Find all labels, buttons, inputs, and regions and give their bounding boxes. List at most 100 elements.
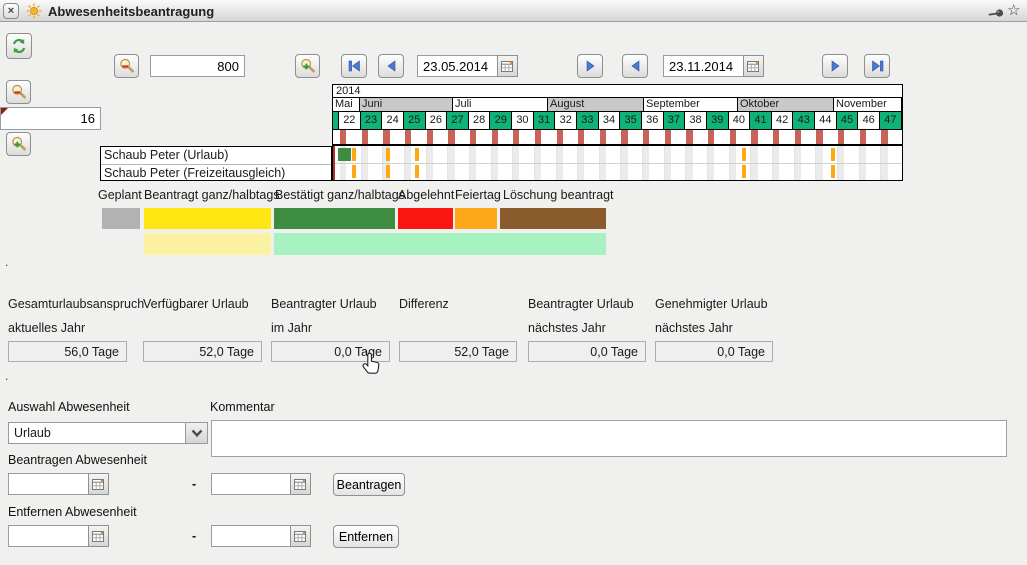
week-cell: 33 bbox=[577, 112, 599, 129]
weekend-stripe bbox=[492, 130, 498, 144]
legend-label: Bestätigt ganz/halbtags bbox=[275, 188, 405, 202]
request-to-date-field[interactable] bbox=[211, 473, 291, 495]
weekend-stripe bbox=[708, 130, 714, 144]
zoom-out-button[interactable] bbox=[114, 54, 139, 78]
weekend-stripe bbox=[513, 130, 519, 144]
start-date-field[interactable] bbox=[417, 55, 498, 77]
weekend-stripe bbox=[600, 130, 606, 144]
holiday-mark bbox=[352, 148, 356, 161]
window-title: Abwesenheitsbeantragung bbox=[48, 4, 214, 19]
close-button[interactable]: × bbox=[3, 3, 19, 19]
goto-start-button[interactable] bbox=[341, 54, 367, 78]
prev-end-button[interactable] bbox=[622, 54, 648, 78]
remove-to-date-field[interactable] bbox=[211, 525, 291, 547]
month-row: MaiJuniJuliAugustSeptemberOktoberNovembe… bbox=[333, 98, 902, 112]
row-zoom-out-button[interactable] bbox=[6, 80, 31, 104]
holiday-mark bbox=[831, 148, 835, 161]
end-date-picker-button[interactable] bbox=[743, 55, 764, 77]
chevron-right-icon bbox=[583, 59, 598, 73]
remove-from-date-field[interactable] bbox=[8, 525, 89, 547]
week-cell: 31 bbox=[534, 112, 556, 129]
legend-label: Löschung beantragt bbox=[503, 188, 614, 202]
week-cell: 44 bbox=[815, 112, 837, 129]
summary-value-field: 52,0 Tage bbox=[143, 341, 262, 362]
legend-swatch bbox=[398, 208, 453, 229]
request-to-date-picker-button[interactable] bbox=[290, 473, 311, 495]
zoom-in-button[interactable] bbox=[295, 54, 320, 78]
month-cell: Oktober bbox=[738, 98, 834, 111]
modified-corner-marker bbox=[1, 108, 8, 115]
month-cell: September bbox=[644, 98, 738, 111]
summary-value-field: 0,0 Tage bbox=[271, 341, 390, 362]
week-cell: 22 bbox=[339, 112, 361, 129]
week-cell: 25 bbox=[404, 112, 426, 129]
comment-input[interactable] bbox=[211, 420, 1007, 457]
week-cell: 45 bbox=[837, 112, 859, 129]
summary-label: nächstes Jahr bbox=[655, 321, 733, 335]
calendar-icon bbox=[501, 60, 514, 73]
legend-swatch bbox=[144, 208, 271, 229]
weekend-stripe bbox=[383, 130, 389, 144]
remove-from-date-picker-button[interactable] bbox=[88, 525, 109, 547]
timeline-rows[interactable] bbox=[333, 146, 902, 180]
summary-label: Differenz bbox=[399, 297, 449, 311]
legend-label: Beantragt ganz/halbtags bbox=[144, 188, 280, 202]
absence-type-select[interactable]: Urlaub bbox=[8, 422, 208, 444]
weekend-stripe bbox=[816, 130, 822, 144]
holiday-mark bbox=[415, 165, 419, 178]
zoom-value-field[interactable] bbox=[150, 55, 245, 77]
next-end-button[interactable] bbox=[822, 54, 848, 78]
remove-button[interactable]: Entfernen bbox=[333, 525, 399, 548]
request-from-date-picker-button[interactable] bbox=[88, 473, 109, 495]
range-separator: - bbox=[192, 477, 196, 491]
weekend-stripe bbox=[665, 130, 671, 144]
calendar-icon bbox=[294, 478, 307, 491]
row-height-field[interactable] bbox=[0, 107, 101, 130]
title-bar: × Abwesenheitsbeantragung ☆ bbox=[0, 0, 1027, 22]
remove-to-date-picker-button[interactable] bbox=[290, 525, 311, 547]
summary-label: aktuelles Jahr bbox=[8, 321, 85, 335]
absence-select-label: Auswahl Abwesenheit bbox=[8, 400, 130, 414]
zoom-out-icon bbox=[119, 58, 135, 74]
legend-swatch bbox=[274, 208, 395, 229]
star-icon[interactable]: ☆ bbox=[1007, 1, 1020, 19]
row-label-box[interactable]: Schaub Peter (Urlaub)Schaub Peter (Freiz… bbox=[100, 146, 332, 181]
legend-label: Abgelehnt bbox=[398, 188, 454, 202]
pin-icon[interactable] bbox=[988, 6, 1005, 24]
summary-label: Beantragter Urlaub bbox=[528, 297, 634, 311]
week-cell: 36 bbox=[642, 112, 664, 129]
week-cell: 42 bbox=[772, 112, 794, 129]
chevron-down-icon[interactable] bbox=[185, 423, 207, 443]
row-zoom-in-button[interactable] bbox=[6, 132, 31, 156]
remove-absence-label: Entfernen Abwesenheit bbox=[8, 505, 137, 519]
legend-swatch bbox=[274, 233, 606, 255]
next-start-button[interactable] bbox=[577, 54, 603, 78]
zoom-out-icon bbox=[11, 84, 27, 100]
week-cell: 41 bbox=[750, 112, 772, 129]
week-cell: 47 bbox=[880, 112, 902, 129]
timeline-row-label: Schaub Peter (Urlaub) bbox=[101, 147, 331, 164]
goto-end-button[interactable] bbox=[864, 54, 890, 78]
weekend-stripe bbox=[751, 130, 757, 144]
start-date-picker-button[interactable] bbox=[497, 55, 518, 77]
holiday-mark bbox=[352, 165, 356, 178]
week-cell: 30 bbox=[512, 112, 534, 129]
week-cell: 32 bbox=[555, 112, 577, 129]
summary-value-field: 0,0 Tage bbox=[655, 341, 773, 362]
month-cell: Mai bbox=[333, 98, 360, 111]
spacer-dot: . bbox=[5, 369, 8, 383]
week-cell: 35 bbox=[620, 112, 642, 129]
skip-last-icon bbox=[870, 59, 885, 73]
prev-start-button[interactable] bbox=[378, 54, 404, 78]
holiday-mark bbox=[415, 148, 419, 161]
holiday-mark bbox=[386, 148, 390, 161]
end-date-field[interactable] bbox=[663, 55, 744, 77]
request-button[interactable]: Beantragen bbox=[333, 473, 405, 496]
request-from-date-field[interactable] bbox=[8, 473, 89, 495]
weekend-stripe bbox=[557, 130, 563, 144]
skip-first-icon bbox=[347, 59, 362, 73]
refresh-button[interactable] bbox=[6, 33, 32, 59]
weekend-stripe bbox=[340, 130, 346, 144]
zoom-in-icon bbox=[11, 136, 27, 152]
summary-label: Beantragter Urlaub bbox=[271, 297, 377, 311]
